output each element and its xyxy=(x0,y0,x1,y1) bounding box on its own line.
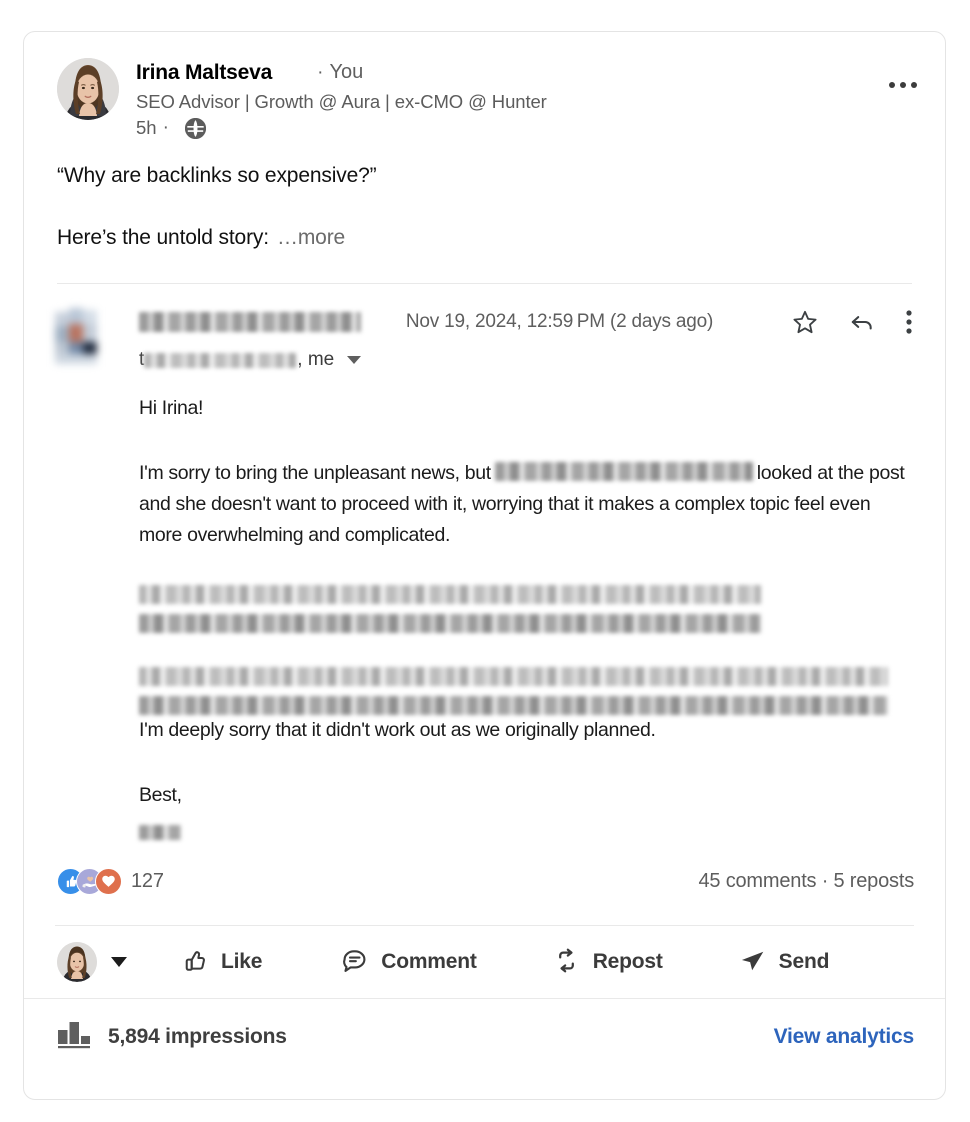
linkedin-post-card: Irina Maltseva · You SEO Advisor | Growt… xyxy=(23,31,946,1100)
redacted-line xyxy=(139,696,888,715)
post-text-line-2: Here’s the untold story: xyxy=(57,226,269,249)
email-signoff: Best, xyxy=(139,784,182,806)
send-button-label: Send xyxy=(778,950,830,973)
love-reaction-icon xyxy=(95,868,122,895)
embedded-email-screenshot[interactable]: Nov 19, 2024, 12:59 PM (2 days ago) t , … xyxy=(24,284,945,840)
reaction-icons xyxy=(57,868,122,895)
send-icon xyxy=(739,947,766,977)
email-recipient-me: , me xyxy=(297,349,335,370)
reactions-summary[interactable]: 127 xyxy=(57,868,164,895)
author-name[interactable]: Irina Maltseva xyxy=(136,59,272,86)
you-label: You xyxy=(329,61,364,83)
comments-reposts-count[interactable]: 45 comments · 5 reposts xyxy=(699,870,915,893)
ellipsis-icon-dot-1 xyxy=(889,82,895,88)
see-more-link[interactable]: …more xyxy=(277,226,345,249)
impressions-count: 5,894 impressions xyxy=(108,1025,287,1048)
email-recipient-row[interactable]: t , me xyxy=(139,349,912,371)
current-user-avatar xyxy=(57,942,97,982)
thumbs-up-icon xyxy=(181,947,208,977)
author-avatar[interactable] xyxy=(57,58,119,120)
email-body: Hi Irina! I'm sorry to bring the unpleas… xyxy=(139,371,912,840)
email-action-icons xyxy=(792,309,912,335)
repost-button-label: Repost xyxy=(592,950,663,973)
email-paragraph-1-before: I'm sorry to bring the unpleasant news, … xyxy=(139,462,491,484)
email-paragraph-4: I'm deeply sorry that it didn't work out… xyxy=(139,719,656,741)
screenshot-root: Irina Maltseva · You SEO Advisor | Growt… xyxy=(0,0,970,1122)
email-paragraph-3-redacted xyxy=(139,667,912,715)
bar-chart-icon xyxy=(57,1020,91,1055)
ellipsis-icon-dot-3 xyxy=(911,82,917,88)
like-button[interactable]: Like xyxy=(181,947,262,977)
email-greeting: Hi Irina! xyxy=(139,397,204,419)
email-header: Nov 19, 2024, 12:59 PM (2 days ago) t , … xyxy=(55,308,912,371)
comment-button-label: Comment xyxy=(381,950,477,973)
post-text-line-1: “Why are backlinks so expensive?” xyxy=(57,164,377,187)
chevron-down-icon[interactable] xyxy=(347,356,362,364)
email-header-main: Nov 19, 2024, 12:59 PM (2 days ago) t , … xyxy=(139,308,912,371)
comment-icon xyxy=(341,947,368,977)
email-sender-row: Nov 19, 2024, 12:59 PM (2 days ago) xyxy=(139,308,912,336)
reaction-count: 127 xyxy=(131,870,164,892)
repost-button[interactable]: Repost xyxy=(553,947,663,977)
impressions-summary[interactable]: 5,894 impressions xyxy=(57,1020,287,1055)
analytics-row: 5,894 impressions View analytics xyxy=(24,999,945,1075)
post-actions-row: Like Comment Repost Send xyxy=(24,926,945,998)
email-signature-redacted xyxy=(139,825,181,840)
post-text: “Why are backlinks so expensive?” Here’s… xyxy=(24,139,945,284)
email-date: Nov 19, 2024, 12:59 PM (2 days ago) xyxy=(405,311,714,332)
post-header: Irina Maltseva · You SEO Advisor | Growt… xyxy=(24,32,945,139)
email-sender-name-redacted xyxy=(139,312,361,332)
name-separator: · xyxy=(317,62,324,83)
more-vertical-icon[interactable] xyxy=(906,309,912,335)
reply-icon[interactable] xyxy=(849,309,875,335)
redacted-line xyxy=(139,614,761,633)
author-name-line: Irina Maltseva · You xyxy=(136,59,919,86)
email-paragraph-2-redacted xyxy=(139,585,912,633)
social-counts-row: 127 45 comments · 5 reposts xyxy=(24,840,945,895)
star-icon[interactable] xyxy=(792,309,818,335)
like-button-label: Like xyxy=(221,950,263,973)
post-text-line-2-wrap: Here’s the untold story: …more xyxy=(57,223,912,253)
ellipsis-icon-dot-2 xyxy=(900,82,906,88)
email-paragraph-1-redacted xyxy=(494,462,753,481)
ukraine-flag-icon xyxy=(280,66,304,82)
post-meta: 5h · xyxy=(136,117,919,139)
author-headline: SEO Advisor | Growth @ Aura | ex-CMO @ H… xyxy=(136,91,547,112)
email-paragraph-1: I'm sorry to bring the unpleasant news, … xyxy=(139,458,912,551)
reaction-picker-button[interactable] xyxy=(57,942,127,982)
chevron-down-icon xyxy=(111,957,127,967)
email-sender-avatar xyxy=(55,308,111,364)
author-info: Irina Maltseva · You SEO Advisor | Growt… xyxy=(136,58,919,139)
post-overflow-menu-button[interactable] xyxy=(889,82,917,88)
redacted-line xyxy=(139,585,761,604)
globe-icon xyxy=(184,117,206,139)
redacted-line xyxy=(139,667,888,686)
repost-icon xyxy=(553,947,580,977)
send-button[interactable]: Send xyxy=(739,947,830,977)
email-recipient-name-redacted xyxy=(144,352,297,368)
view-analytics-link[interactable]: View analytics xyxy=(774,1025,915,1049)
post-time: 5h xyxy=(136,117,157,138)
comment-button[interactable]: Comment xyxy=(341,947,477,977)
meta-separator: · xyxy=(162,117,169,138)
